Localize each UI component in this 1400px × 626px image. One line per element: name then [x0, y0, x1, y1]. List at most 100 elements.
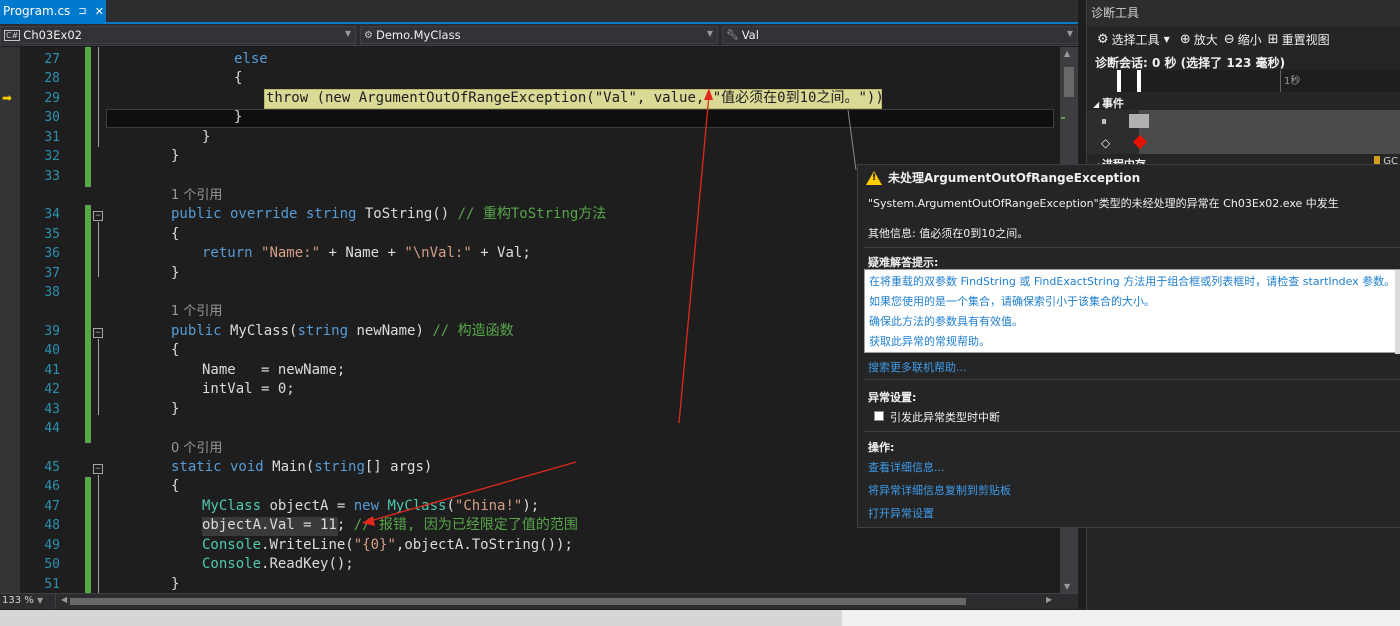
pin-icon[interactable]: ⊐ — [78, 6, 86, 17]
divider — [864, 431, 1400, 432]
fold-line — [98, 475, 99, 593]
collapse-icon[interactable]: − — [93, 328, 103, 338]
horizontal-scroll-thumb[interactable] — [70, 598, 966, 605]
gc-legend-swatch — [1374, 156, 1381, 164]
member-dropdown[interactable]: 🔧︎ Val ▼ — [722, 26, 1078, 44]
code-line: { — [171, 226, 180, 242]
codelens-references[interactable]: 1 个引用 — [171, 186, 222, 205]
close-icon[interactable]: ✕ — [95, 5, 104, 18]
code-line: else — [234, 51, 268, 67]
line-number: 49 — [44, 538, 60, 553]
scroll-right-icon[interactable]: ▶ — [1046, 595, 1052, 604]
select-tool-button[interactable]: ⚙ 选择工具 ▼ — [1097, 31, 1170, 48]
fold-line — [98, 339, 99, 415]
zoom-level: 133 % — [2, 595, 34, 606]
events-header[interactable]: ◢ 事件 — [1093, 95, 1124, 111]
line-number: 51 — [44, 577, 60, 592]
reset-view-button[interactable]: ⊞ 重置视图 — [1268, 31, 1330, 48]
project-name: Ch03Ex02 — [23, 28, 82, 42]
class-name: Demo.MyClass — [375, 28, 461, 42]
scroll-left-icon[interactable]: ◀ — [61, 595, 67, 604]
change-bar — [85, 477, 91, 593]
code-line: { — [171, 478, 180, 494]
tab-label: Program.cs — [3, 4, 71, 18]
session-info: 诊断会话: 0 秒 (选择了 123 毫秒) — [1095, 56, 1286, 70]
code-line: Name = newName; — [202, 362, 346, 378]
codelens-references[interactable]: 1 个引用 — [171, 302, 222, 321]
code-line: } — [202, 129, 211, 145]
code-line: intVal = 0; — [202, 381, 295, 397]
line-number: 45 — [44, 460, 60, 475]
chevron-down-icon: ▼ — [1163, 34, 1170, 44]
code-line: return "Name:" + Name + "\nVal:" + Val; — [202, 245, 531, 261]
code-line: Console.ReadKey(); — [202, 556, 354, 572]
timeline-ruler[interactable]: 1秒 — [1087, 70, 1400, 92]
search-online-help-link[interactable]: 搜索更多联机帮助... — [868, 359, 967, 375]
fold-line — [98, 47, 99, 147]
diag-toolbar: ⚙ 选择工具 ▼ ⊕ 放大 ⊖ 缩小 ⊞ 重置视图 — [1087, 28, 1400, 50]
execution-pointer-icon: ➡ — [2, 91, 13, 105]
code-line: static void Main(string[] args) — [171, 459, 433, 475]
break-on-exception-label[interactable]: 引发此异常类型时中断 — [890, 409, 1000, 425]
zoom-in-button[interactable]: ⊕ 放大 — [1180, 31, 1218, 48]
line-number: 38 — [44, 285, 60, 300]
event-graph[interactable] — [1132, 132, 1400, 154]
wrench-property-icon: 🔧︎ — [726, 29, 739, 41]
class-dropdown[interactable]: ⚙ Demo.MyClass ▼ — [360, 26, 718, 44]
tip-link[interactable]: 获取此异常的常规帮助。 — [869, 333, 990, 349]
event-graph[interactable] — [1129, 110, 1400, 132]
tip-link[interactable]: 如果您使用的是一个集合，请确保索引小于该集合的大小。 — [869, 293, 1155, 309]
collapse-icon[interactable]: − — [93, 464, 103, 474]
code-line: { — [171, 342, 180, 358]
code-line: public override string ToString() // 重构T… — [171, 206, 607, 222]
code-line: } — [171, 265, 180, 281]
line-number: 30 — [44, 110, 60, 125]
editor-bottom-bar: 133 % ▼ ◀ ▶ — [0, 593, 1078, 609]
tip-link[interactable]: 确保此方法的参数具有有效值。 — [869, 313, 1023, 329]
code-line: { — [234, 70, 243, 86]
line-number: 37 — [44, 266, 60, 281]
glyph-margin[interactable] — [0, 47, 20, 593]
scroll-thumb[interactable] — [1064, 67, 1074, 97]
exception-description: "System.ArgumentOutOfRangeException"类型的未… — [868, 197, 1339, 210]
troubleshooting-tips-list[interactable]: 在将重载的双参数 FindString 或 FindExactString 方法… — [864, 269, 1400, 354]
line-number: 47 — [44, 499, 60, 514]
line-number: 42 — [44, 382, 60, 397]
actions-header: 操作: — [868, 441, 895, 454]
view-details-link[interactable]: 查看详细信息... — [868, 459, 945, 475]
timeline-selection-inner — [1121, 70, 1137, 92]
codelens-references[interactable]: 0 个引用 — [171, 439, 222, 458]
line-number: 29 — [44, 91, 60, 106]
break-on-exception-checkbox[interactable] — [874, 411, 884, 421]
collapse-icon[interactable]: − — [93, 211, 103, 221]
tips-scrollbar[interactable] — [1395, 270, 1400, 354]
open-exception-settings-link[interactable]: 打开异常设置 — [868, 505, 934, 521]
tip-link[interactable]: 在将重载的双参数 FindString 或 FindExactString 方法… — [869, 273, 1395, 289]
zoom-out-button[interactable]: ⊖ 缩小 — [1224, 31, 1262, 48]
chevron-down-icon: ▼ — [706, 29, 713, 38]
code-line: } — [171, 576, 180, 592]
panel-title: 诊断工具 — [1087, 0, 1400, 26]
scroll-up-icon[interactable]: ▲ — [1064, 49, 1070, 58]
code-line: } — [234, 109, 243, 125]
document-tab-bar: Program.cs ⊐ ✕ — [0, 0, 1078, 24]
line-number: 48 — [44, 518, 60, 533]
tab-program-cs[interactable]: Program.cs ⊐ ✕ — [0, 0, 106, 22]
project-dropdown[interactable]: C# Ch03Ex02 ▼ — [0, 26, 356, 44]
zoom-dropdown[interactable]: 133 % ▼ — [0, 594, 56, 609]
current-line-highlight — [106, 109, 1054, 128]
scroll-down-icon[interactable]: ▼ — [1064, 582, 1070, 591]
change-marker — [1061, 117, 1065, 119]
code-line: MyClass objectA = new MyClass("China!"); — [202, 498, 540, 514]
zoom-in-icon: ⊕ — [1179, 31, 1191, 47]
code-line: } — [171, 148, 180, 164]
fold-line — [98, 222, 99, 277]
diamond-icon: ◇ — [1101, 136, 1111, 150]
copy-details-link[interactable]: 将异常详细信息复制到剪贴板 — [868, 482, 1011, 498]
reset-view-icon: ⊞ — [1267, 31, 1279, 47]
exception-event-marker[interactable] — [1132, 134, 1148, 150]
pause-icon: ⏸ — [1101, 114, 1108, 128]
exception-title: ! 未处理ArgumentOutOfRangeException — [866, 169, 1140, 186]
code-line-throw: throw (new ArgumentOutOfRangeException("… — [266, 90, 893, 106]
exception-helper-popup: ! 未处理ArgumentOutOfRangeException "System… — [857, 164, 1400, 528]
